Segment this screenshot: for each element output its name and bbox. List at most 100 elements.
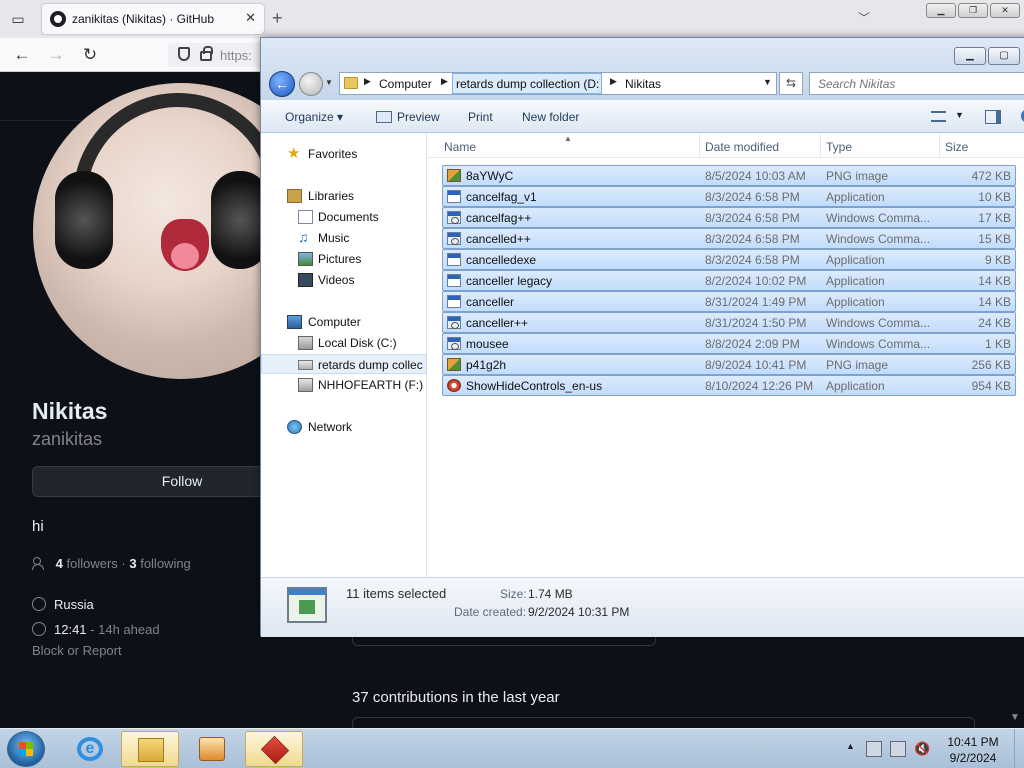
address-bar[interactable]: ▶ Computer ▶ retards dump collection (D:… [339, 72, 777, 95]
tab-close-icon[interactable]: ✕ [245, 10, 256, 26]
new-folder-button[interactable]: New folder [522, 110, 579, 124]
breadcrumb-folder[interactable]: Nikitas [625, 77, 661, 91]
chevron-down-icon[interactable]: ﹀ [858, 9, 870, 26]
scroll-down-arrow-icon[interactable]: ▼ [1010, 712, 1020, 723]
url-text[interactable]: https: [220, 48, 252, 63]
nav-computer-label[interactable]: Computer [308, 315, 361, 329]
file-row[interactable]: 8aYWyC 8/5/2024 10:03 AM PNG image 472 KB [442, 165, 1016, 186]
column-divider[interactable] [939, 134, 940, 158]
organize-label[interactable]: Organize [285, 110, 334, 124]
file-row[interactable]: cancelfag_v1 8/3/2024 6:58 PM Application 1… [442, 186, 1016, 207]
file-row[interactable]: mousee 8/8/2024 2:09 PM Windows Comma... 1 … [442, 333, 1016, 354]
start-button[interactable] [7, 731, 45, 767]
explorer-maximize-button[interactable]: ▢ [988, 47, 1020, 65]
print-button[interactable]: Print [468, 110, 493, 124]
tab-list-icon[interactable]: ▭ [8, 9, 28, 29]
speaker-muted-icon[interactable]: 🔇 [914, 741, 930, 757]
followers-label[interactable]: followers [66, 556, 117, 571]
recent-pages-dropdown-icon[interactable]: ▼ [325, 78, 333, 87]
column-type[interactable]: Type [826, 140, 852, 154]
browser-tab-github[interactable]: zanikitas (Nikitas) · GitHub ✕ [42, 4, 264, 34]
back-arrow-icon[interactable]: ← [269, 71, 295, 97]
file-row[interactable]: p41g2h 8/9/2024 10:41 PM PNG image 256 KB [442, 354, 1016, 375]
file-row[interactable]: ShowHideControls_en-us 8/10/2024 12:26 PM… [442, 375, 1016, 396]
column-divider[interactable] [699, 134, 700, 158]
view-options-dropdown-icon[interactable]: ▼ [955, 110, 964, 120]
column-divider[interactable] [820, 134, 821, 158]
taskbar-internet-explorer[interactable]: e [61, 731, 119, 767]
nav-local-disk-label[interactable]: Local Disk (C:) [318, 336, 397, 350]
lock-icon[interactable] [200, 46, 213, 61]
nav-nhho-drive-label[interactable]: NHHOFEARTH (F:) [318, 378, 423, 392]
change-view-icon[interactable] [931, 111, 946, 122]
back-button[interactable]: ← [11, 44, 33, 66]
clock-date[interactable]: 9/2/2024 [940, 750, 1006, 766]
action-center-flag-icon[interactable] [866, 741, 882, 757]
browser-restore-button[interactable]: ❐ [958, 3, 988, 18]
forward-button[interactable]: → [45, 44, 67, 66]
reload-button[interactable]: ↻ [79, 44, 101, 66]
taskbar-windows-explorer[interactable] [121, 731, 179, 767]
nav-documents-label[interactable]: Documents [318, 210, 379, 224]
taskbar-red-app[interactable] [245, 731, 303, 767]
nav-documents[interactable]: Documents [261, 207, 427, 227]
address-dropdown-icon[interactable]: ▼ [763, 77, 772, 87]
followers-link[interactable]: 4 followers [56, 556, 118, 571]
refresh-icon[interactable]: ⇆ [779, 72, 803, 95]
new-tab-button[interactable]: + [272, 8, 283, 29]
preview-button[interactable]: Preview [376, 110, 440, 124]
file-row[interactable]: cancelfag++ 8/3/2024 6:58 PM Windows Comma… [442, 207, 1016, 228]
nav-dump-drive[interactable]: retards dump collec [261, 354, 427, 374]
network-status-icon[interactable] [890, 741, 906, 757]
following-link[interactable]: 3 following [129, 556, 190, 571]
breadcrumb-computer[interactable]: Computer [379, 77, 432, 91]
forward-arrow-icon[interactable] [299, 72, 323, 96]
nav-videos-label[interactable]: Videos [318, 273, 354, 287]
file-row[interactable]: canceller++ 8/31/2024 1:50 PM Windows Comm… [442, 312, 1016, 333]
show-desktop-button[interactable] [1014, 729, 1024, 768]
show-hidden-icons-icon[interactable]: ▲ [846, 741, 855, 751]
nav-nhho-drive[interactable]: NHHOFEARTH (F:) [261, 375, 427, 395]
search-box[interactable] [809, 72, 1024, 95]
file-row[interactable]: cancelled++ 8/3/2024 6:58 PM Windows Comma… [442, 228, 1016, 249]
nav-favorites-label[interactable]: Favorites [308, 147, 357, 161]
file-row[interactable]: canceller 8/31/2024 1:49 PM Application 14 … [442, 291, 1016, 312]
preview-pane-icon[interactable] [985, 110, 1001, 124]
nav-pictures-label[interactable]: Pictures [318, 252, 361, 266]
nav-libraries[interactable]: Libraries [261, 186, 427, 206]
nav-libraries-label[interactable]: Libraries [308, 189, 354, 203]
following-label[interactable]: following [140, 556, 191, 571]
clock-time[interactable]: 10:41 PM [940, 734, 1006, 750]
column-size[interactable]: Size [945, 140, 968, 154]
file-row[interactable]: cancelledexe 8/3/2024 6:58 PM Application 9… [442, 249, 1016, 270]
explorer-minimize-button[interactable]: ▁ [954, 47, 986, 65]
taskbar-media-player[interactable] [183, 731, 241, 767]
breadcrumb-separator-icon[interactable]: ▶ [610, 76, 617, 87]
organize-button[interactable]: Organize ▾ [285, 110, 343, 124]
preview-label[interactable]: Preview [397, 110, 440, 124]
shield-icon[interactable] [178, 47, 190, 61]
system-clock[interactable]: 10:41 PM 9/2/2024 [940, 734, 1006, 766]
breadcrumb-separator-icon[interactable]: ▶ [441, 76, 448, 87]
nav-pictures[interactable]: Pictures [261, 249, 427, 269]
nav-favorites[interactable]: ★ Favorites [261, 144, 427, 164]
block-report-link[interactable]: Block or Report [32, 643, 122, 658]
column-name[interactable]: Name [444, 140, 476, 154]
nav-music[interactable]: ♫ Music [261, 228, 427, 248]
followers-count[interactable]: 4 [56, 556, 63, 571]
nav-music-label[interactable]: Music [318, 231, 349, 245]
file-row[interactable]: canceller legacy 8/2/2024 10:02 PM Applica… [442, 270, 1016, 291]
nav-local-disk[interactable]: Local Disk (C:) [261, 333, 427, 353]
browser-minimize-button[interactable]: ▁ [926, 3, 956, 18]
nav-computer[interactable]: Computer [261, 312, 427, 332]
breadcrumb-separator-icon[interactable]: ▶ [364, 76, 371, 87]
nav-dump-drive-label[interactable]: retards dump collec [318, 358, 423, 372]
nav-network-label[interactable]: Network [308, 420, 352, 434]
search-input[interactable] [818, 76, 1018, 92]
nav-videos[interactable]: Videos [261, 270, 427, 290]
breadcrumb-drive[interactable]: retards dump collection (D:) [456, 77, 600, 91]
following-count[interactable]: 3 [129, 556, 136, 571]
column-date-modified[interactable]: Date modified [705, 140, 779, 154]
nav-network[interactable]: Network [261, 417, 427, 437]
browser-close-button[interactable]: ✕ [990, 3, 1020, 18]
